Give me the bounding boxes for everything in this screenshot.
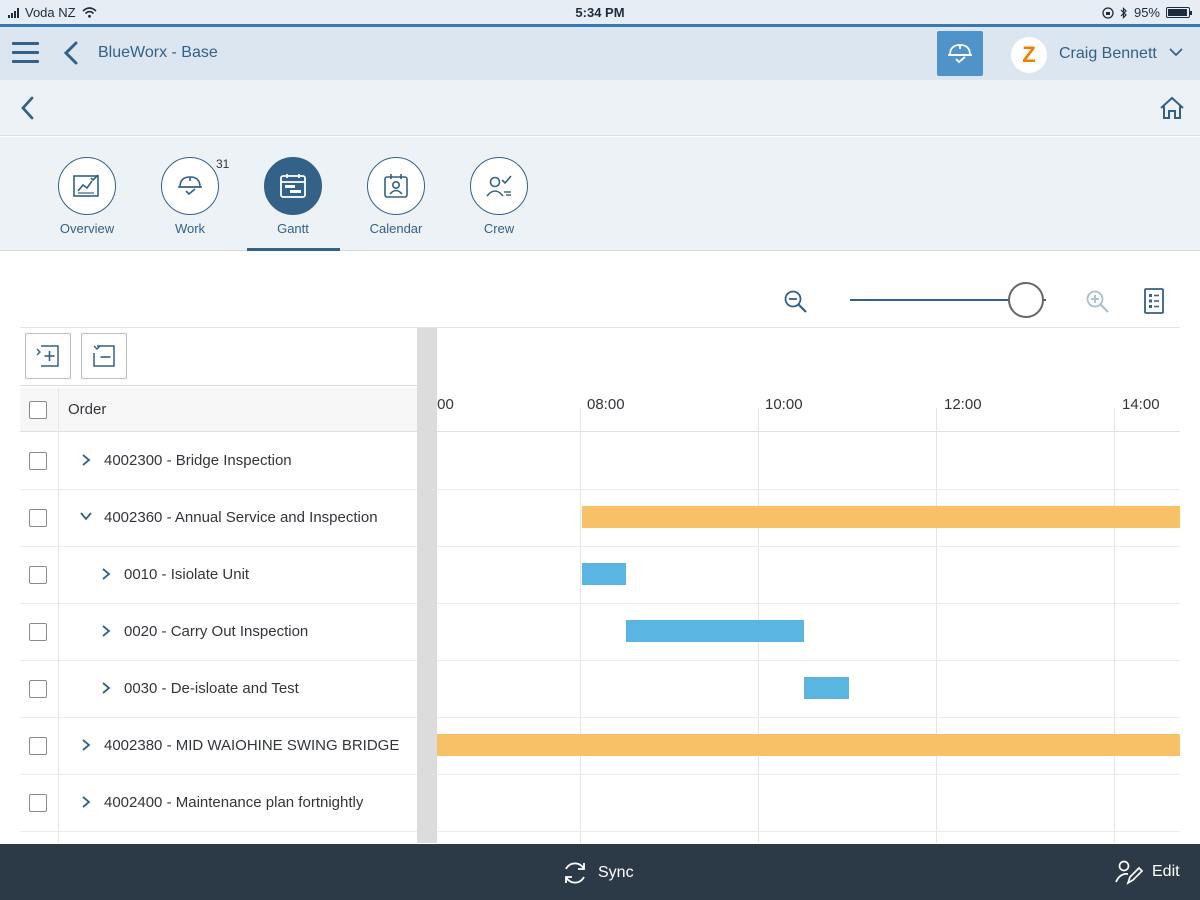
sub-header (0, 80, 1200, 136)
row-label: 0010 - Isiolate Unit (124, 566, 250, 583)
operation-bar[interactable] (804, 677, 849, 699)
row-label: 4002300 - Bridge Inspection (104, 452, 292, 469)
edit-button[interactable]: Edit (1114, 858, 1180, 886)
timeline-header: :00 08:00 10:00 12:00 14:00 (437, 328, 1180, 432)
table-settings-icon[interactable] (1143, 287, 1165, 315)
app-title: BlueWorx - Base (98, 44, 218, 61)
tree-row[interactable]: 4002400 - Maintenance plan fortnightly (20, 775, 417, 832)
tree-row[interactable]: 4002300 - Bridge Inspection (20, 433, 417, 490)
home-icon[interactable] (1158, 95, 1186, 121)
order-bar[interactable] (582, 506, 1180, 528)
orientation-lock-icon (1102, 6, 1114, 19)
shell-bar: BlueWorx - Base Z Craig Bennett (0, 27, 1200, 80)
time-tick: 12:00 (944, 396, 982, 413)
tab-label: Gantt (277, 221, 309, 236)
expand-icon (36, 345, 59, 367)
tree-row[interactable]: 0010 - Isiolate Unit (20, 547, 417, 604)
zoom-slider-handle[interactable] (1008, 282, 1045, 318)
gantt-icon (280, 174, 306, 198)
hardhat-check-icon (948, 43, 972, 63)
time-tick: :00 (437, 396, 454, 413)
order-tree: Order 4002300 - Bridge Inspection 400236… (20, 328, 417, 843)
bluetooth-icon (1120, 6, 1127, 19)
time-tick: 08:00 (587, 396, 625, 413)
time-tick: 10:00 (765, 396, 803, 413)
tree-row[interactable]: 0020 - Carry Out Inspection (20, 604, 417, 661)
collapse-all-button[interactable] (81, 333, 127, 379)
chevron-right-icon[interactable] (100, 681, 112, 695)
tab-work[interactable]: 31 Work (143, 157, 237, 236)
zoom-in-icon[interactable] (1085, 289, 1111, 315)
tab-gantt[interactable]: Gantt (246, 157, 340, 236)
tree-header: Order (20, 388, 417, 432)
chevron-right-icon[interactable] (80, 795, 92, 809)
tab-crew[interactable]: Crew (452, 157, 546, 236)
tab-calendar[interactable]: Calendar (349, 157, 443, 236)
chevron-down-icon[interactable] (79, 510, 93, 522)
menu-icon[interactable] (12, 42, 39, 64)
gantt-chart: Order 4002300 - Bridge Inspection 400236… (20, 327, 1180, 843)
row-checkbox[interactable] (29, 737, 47, 755)
edit-label: Edit (1152, 863, 1180, 880)
battery-percent: 95% (1133, 5, 1160, 20)
sync-icon (565, 862, 585, 884)
row-label: 4002400 - Maintenance plan fortnightly (104, 794, 364, 811)
hardhat-icon (178, 176, 202, 196)
order-column-header: Order (68, 401, 107, 418)
tree-toolbar (20, 328, 417, 386)
row-checkbox[interactable] (29, 566, 47, 584)
chart-icon (73, 174, 99, 197)
back-icon[interactable] (18, 95, 38, 121)
chevron-right-icon[interactable] (80, 453, 92, 467)
battery-icon (1166, 7, 1192, 18)
expand-all-button[interactable] (25, 333, 71, 379)
work-count-badge: 31 (216, 157, 230, 171)
footer-toolbar: Sync Edit (0, 844, 1200, 900)
clock: 5:34 PM (575, 5, 625, 20)
chevron-right-icon[interactable] (100, 567, 112, 581)
active-tab-indicator (247, 248, 340, 251)
row-checkbox[interactable] (29, 452, 47, 470)
status-bar: Voda NZ 5:34 PM 95% (0, 0, 1200, 27)
row-checkbox[interactable] (29, 623, 47, 641)
user-name[interactable]: Craig Bennett (1059, 45, 1157, 63)
zoom-out-icon[interactable] (783, 289, 809, 315)
tab-label: Work (174, 221, 206, 236)
tab-label: Overview (59, 221, 115, 236)
row-label: 0030 - De-isloate and Test (124, 680, 299, 697)
operation-bar[interactable] (582, 563, 626, 585)
tab-overview[interactable]: Overview (40, 157, 134, 236)
order-bar[interactable] (437, 734, 1180, 756)
row-checkbox[interactable] (29, 680, 47, 698)
back-arrow-icon[interactable] (60, 38, 84, 68)
select-all-checkbox[interactable] (29, 401, 47, 419)
crew-icon (486, 175, 512, 197)
tree-row[interactable]: 0030 - De-isloate and Test (20, 661, 417, 718)
calendar-person-icon (384, 174, 408, 198)
avatar[interactable]: Z (1011, 37, 1047, 73)
row-checkbox[interactable] (29, 794, 47, 812)
tree-row[interactable]: 4002360 - Annual Service and Inspection (20, 490, 417, 547)
chevron-down-icon[interactable] (1168, 46, 1184, 58)
sync-label: Sync (598, 864, 634, 881)
row-checkbox[interactable] (29, 509, 47, 527)
chevron-right-icon[interactable] (100, 624, 112, 638)
operation-bar[interactable] (626, 620, 804, 642)
tab-label: Calendar (369, 221, 423, 236)
nav-tabs: Overview 31 Work Gantt Calendar Crew (0, 137, 1200, 251)
row-label: 4002380 - MID WAIOHINE SWING BRIDGE (104, 737, 400, 754)
chevron-right-icon[interactable] (80, 738, 92, 752)
gantt-splitter[interactable] (417, 328, 437, 843)
tree-row[interactable]: 4002380 - MID WAIOHINE SWING BRIDGE (20, 718, 417, 775)
edit-person-icon (1115, 860, 1144, 885)
gantt-timeline: :00 08:00 10:00 12:00 14:00 (437, 328, 1180, 843)
collapse-icon (93, 345, 115, 367)
work-status-button[interactable] (937, 31, 983, 76)
time-tick: 14:00 (1122, 396, 1160, 413)
row-label: 4002360 - Annual Service and Inspection (104, 509, 378, 526)
sync-button[interactable]: Sync (560, 858, 634, 888)
tab-label: Crew (483, 221, 515, 236)
row-label: 0020 - Carry Out Inspection (124, 623, 309, 640)
